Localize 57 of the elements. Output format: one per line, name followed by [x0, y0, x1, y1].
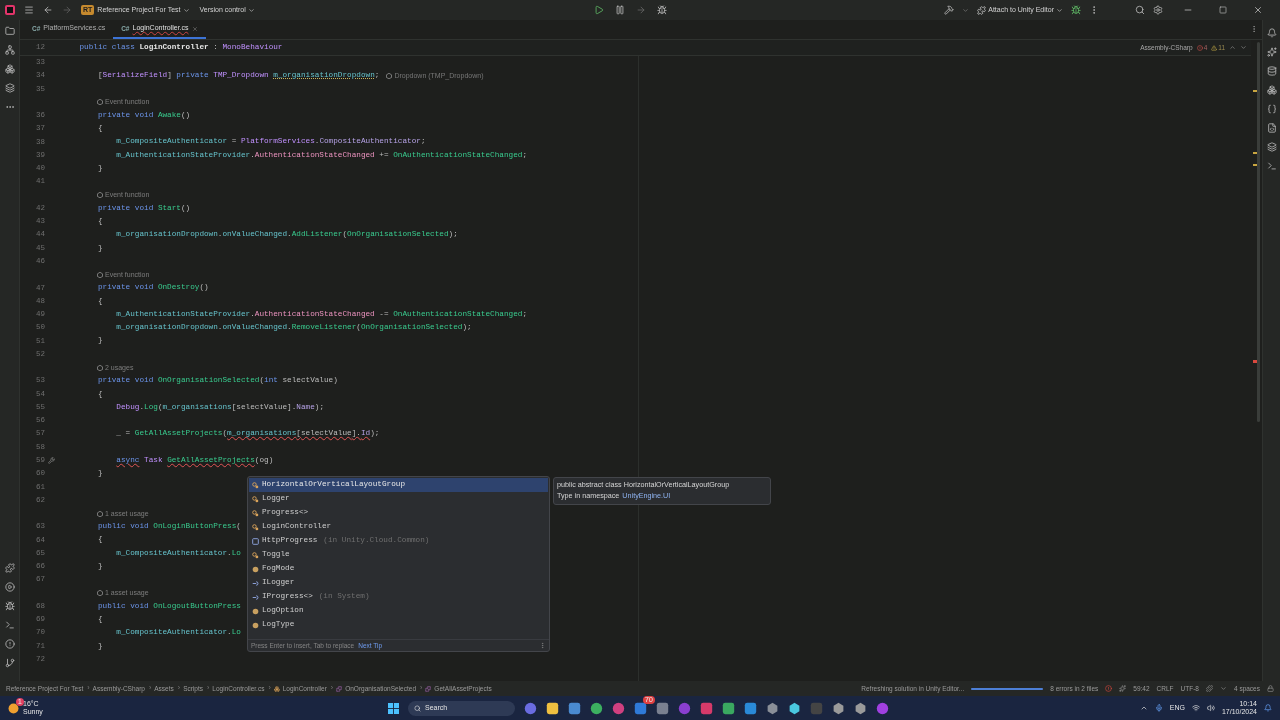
packages-icon[interactable] [1266, 85, 1277, 95]
tray-overflow-icon[interactable] [1139, 704, 1148, 712]
structure-icon[interactable] [4, 45, 15, 55]
start-icon[interactable] [388, 702, 399, 714]
error-icon [1196, 44, 1203, 51]
back-icon[interactable] [43, 5, 53, 15]
class-icon [252, 551, 259, 559]
plugin-icon[interactable] [1205, 685, 1213, 692]
volume-icon[interactable] [1206, 704, 1215, 712]
ai-assistant-icon[interactable] [1266, 47, 1277, 57]
microphone-icon[interactable] [1154, 704, 1163, 712]
maximize-icon[interactable] [1219, 6, 1227, 14]
plugin-icon[interactable] [4, 563, 15, 573]
method-icon [425, 685, 432, 692]
network-icon[interactable] [1191, 704, 1200, 712]
file-icon[interactable] [1266, 123, 1277, 133]
more-icon[interactable] [1250, 25, 1258, 33]
caret-icon [247, 6, 255, 14]
wrench-icon[interactable] [48, 457, 55, 465]
build-icon[interactable] [944, 5, 955, 15]
class-icon [273, 685, 280, 692]
pause-icon[interactable] [614, 5, 625, 15]
run-icon[interactable] [4, 582, 15, 592]
git-branch-icon[interactable] [4, 658, 15, 668]
problems-icon[interactable] [4, 639, 15, 649]
next-icon[interactable] [1240, 44, 1247, 51]
layers-icon[interactable] [1266, 142, 1277, 152]
settings-icon[interactable] [1153, 5, 1163, 15]
method-icon [336, 685, 343, 692]
bug-icon[interactable] [1071, 5, 1081, 15]
database-icon[interactable] [1266, 66, 1277, 76]
app-logo-icon[interactable] [5, 5, 15, 15]
previous-icon[interactable] [1229, 44, 1236, 51]
lock-icon[interactable] [1267, 685, 1274, 692]
notifications-icon[interactable] [1266, 28, 1277, 38]
run-icon[interactable] [593, 5, 604, 15]
struct-icon [252, 537, 259, 545]
search-icon [414, 704, 421, 712]
cube-icon[interactable] [788, 701, 801, 715]
enum-icon [252, 565, 259, 573]
close-icon[interactable] [1253, 5, 1263, 15]
weather-icon[interactable] [8, 702, 19, 714]
menu-icon[interactable] [24, 5, 34, 15]
packages-icon[interactable] [4, 64, 15, 74]
puzzle-icon [977, 5, 987, 15]
interface-icon [252, 593, 259, 601]
debug-icon[interactable] [656, 5, 667, 15]
search-icon[interactable] [1135, 5, 1145, 15]
code-icon[interactable] [1266, 104, 1277, 114]
interface-icon [252, 579, 259, 587]
filter-icon[interactable] [1219, 685, 1227, 692]
notifications-icon[interactable] [1264, 704, 1272, 712]
caret-icon [1056, 6, 1063, 14]
debug-icon[interactable] [4, 601, 15, 611]
warning-icon [1211, 44, 1218, 51]
caret-icon [183, 6, 191, 14]
layers-icon[interactable] [4, 83, 15, 93]
